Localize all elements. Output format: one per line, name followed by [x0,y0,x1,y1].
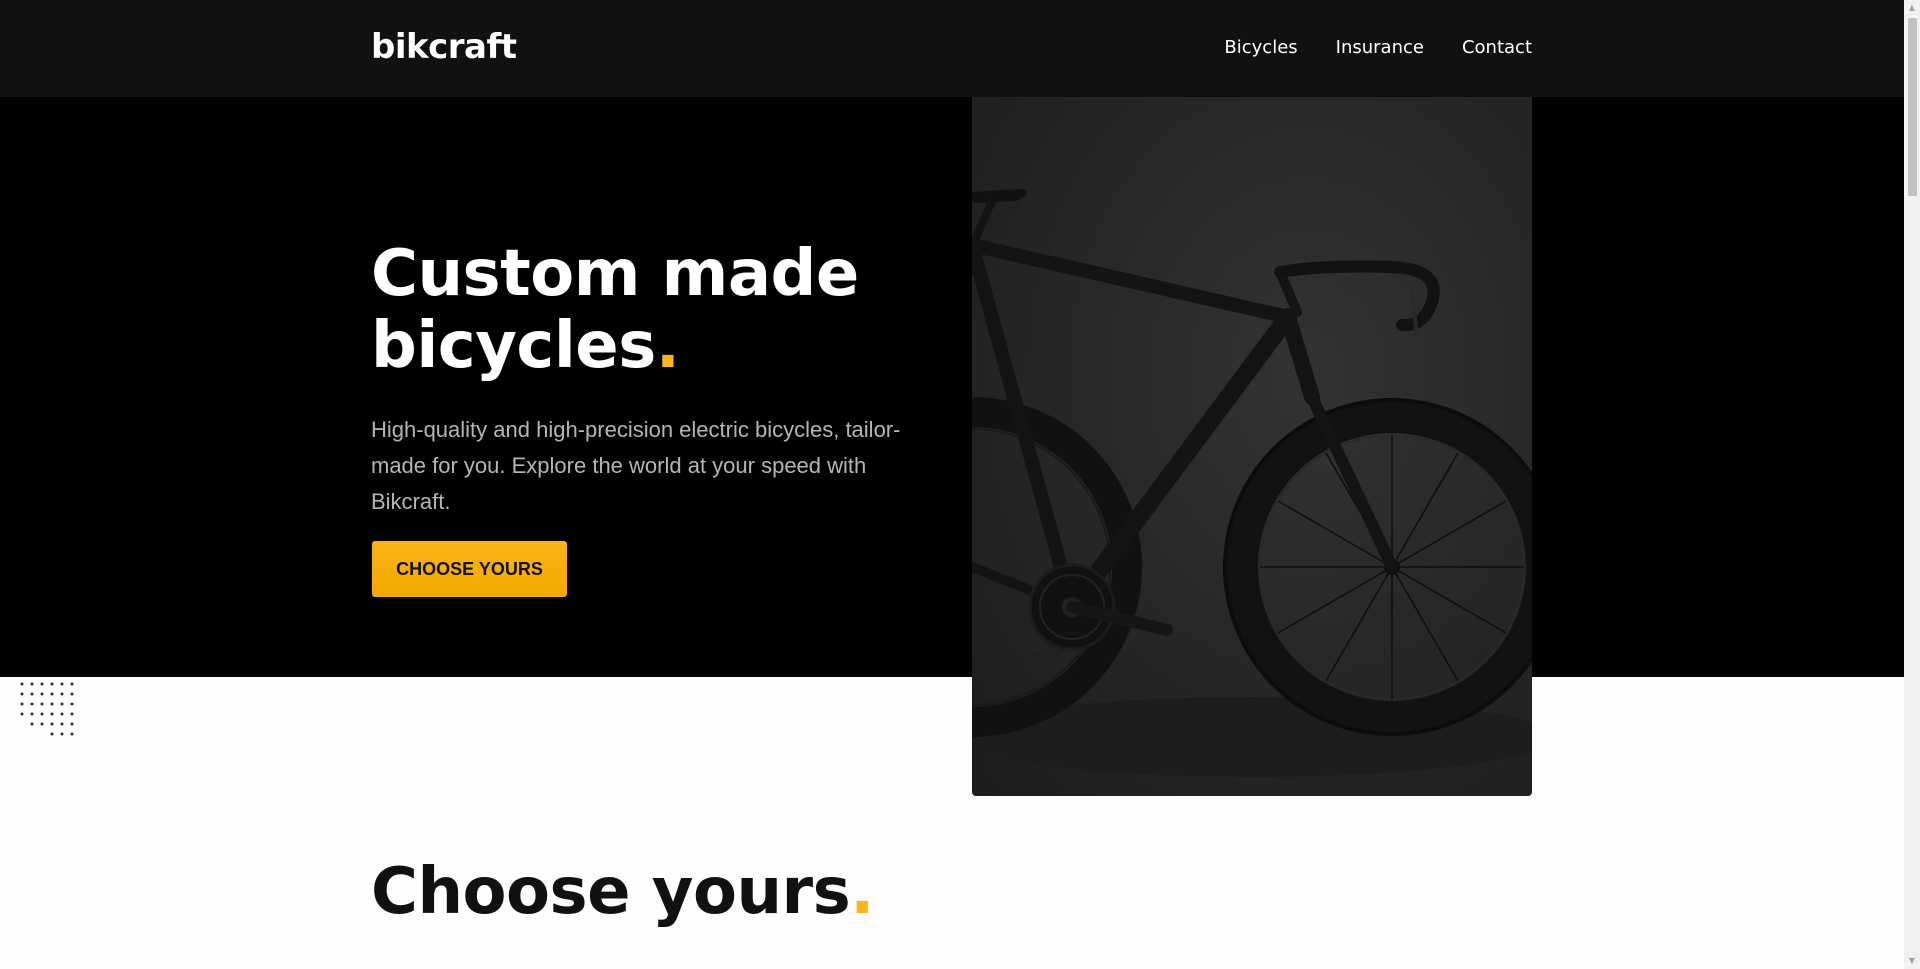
hero-title-dot: . [655,309,680,383]
nav-link-insurance[interactable]: Insurance [1336,37,1424,58]
main-nav: Bicycles Insurance Contact [1224,37,1532,58]
choose-yours-button[interactable]: CHOOSE YOURS [372,541,567,597]
hero-title: Custom made bicycles. [371,238,891,382]
hero-section [0,97,1904,736]
hero-bicycle-image [972,97,1532,796]
site-header: bikcraft Bicycles Insurance Contact [0,0,1904,97]
scrollbar-thumb[interactable] [1908,18,1917,196]
section-title-text: Choose yours [371,855,851,929]
logo-link[interactable]: bikcraft [371,27,517,67]
scroll-up-arrow-icon[interactable]: ▲ [1904,0,1920,16]
hero-title-line2: bicycles [371,309,656,383]
nav-link-contact[interactable]: Contact [1462,37,1532,58]
choose-yours-heading: Choose yours. [371,852,874,932]
nav-link-bicycles[interactable]: Bicycles [1224,37,1297,58]
bicycle-illustration [972,189,1532,777]
hero-description: High-quality and high-precision electric… [371,417,901,514]
hero-title-line1: Custom made [371,237,859,311]
section-title-dot: . [850,855,874,929]
dot-pattern-decoration [20,682,74,736]
scroll-down-arrow-icon[interactable]: ▼ [1904,953,1920,969]
page-scrollbar[interactable]: ▲ ▼ [1904,0,1920,969]
